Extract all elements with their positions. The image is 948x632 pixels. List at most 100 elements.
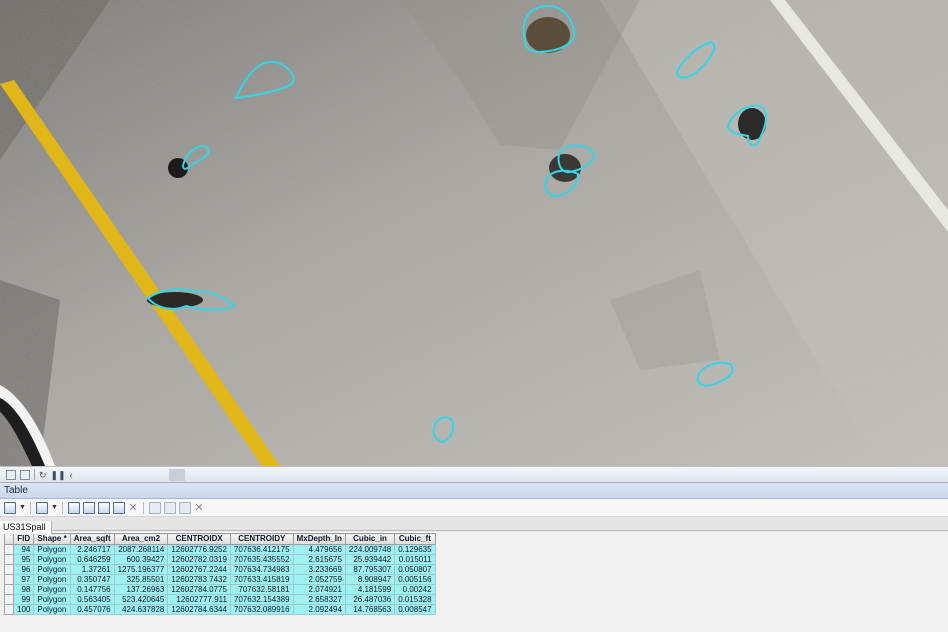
table-cell[interactable]: 8.908947 [344, 574, 396, 585]
table-cell[interactable]: Polygon [33, 554, 71, 565]
table-cell[interactable]: 0.147756 [69, 584, 115, 595]
table-cell[interactable]: 4.479656 [292, 544, 346, 555]
column-header[interactable]: Cubic_in [344, 533, 396, 545]
table-cell[interactable]: 325.85501 [113, 574, 169, 585]
select-by-attributes-icon[interactable] [68, 501, 80, 514]
related-tables-icon[interactable] [36, 501, 48, 514]
table-cell[interactable]: 0.005156 [394, 574, 436, 585]
table-cell[interactable]: 0.008547 [394, 604, 436, 615]
table-cell[interactable]: 12602767.2244 [167, 564, 231, 575]
table-options-icon[interactable] [4, 501, 16, 514]
column-header[interactable]: MxDepth_In [292, 533, 346, 545]
table-cell[interactable]: Polygon [33, 584, 71, 595]
table-cell[interactable]: 12602784.6344 [167, 604, 231, 615]
table-cell[interactable]: 0.00242 [394, 584, 436, 595]
table-cell[interactable]: 600.39427 [113, 554, 169, 565]
table-cell[interactable]: Polygon [33, 564, 71, 575]
table-row[interactable]: 99 Polygon 0.563405 523.420645 12602777.911 7… [4, 594, 436, 605]
table-cell[interactable]: 0.646259 [69, 554, 115, 565]
table-cell[interactable]: 14.768563 [344, 604, 396, 615]
table-row[interactable]: 100 Polygon 0.457076 424.637828 12602784.634… [4, 604, 436, 615]
table-cell[interactable]: 12602783.7432 [167, 574, 231, 585]
table-row[interactable]: 98 Polygon 0.147756 137.26963 12602784.0775 7… [4, 584, 436, 595]
table-cell[interactable]: 25.939442 [344, 554, 396, 565]
pause-icon[interactable]: ❚❚ [51, 470, 66, 480]
zoom-to-selected-icon[interactable] [113, 501, 125, 514]
table-cell[interactable]: 2.615675 [292, 554, 346, 565]
table-cell[interactable]: 0.015328 [394, 594, 436, 605]
table-cell[interactable]: 707634.734983 [229, 564, 294, 575]
table-row[interactable]: 94 Polygon 2.246717 2087.268114 12602776.925… [4, 544, 436, 555]
table-cell[interactable]: 96 [12, 564, 35, 575]
column-header[interactable]: Area_sqft [69, 533, 115, 545]
table-cell[interactable]: 0.457076 [69, 604, 115, 615]
table-cell[interactable]: 97 [12, 574, 35, 585]
table-cell[interactable]: 523.420645 [113, 594, 169, 605]
table-cell[interactable]: 26.487036 [344, 594, 396, 605]
close-x-icon[interactable]: ✕ [194, 502, 204, 514]
table-cell[interactable]: Polygon [33, 574, 71, 585]
chevron-down-icon[interactable]: ▼ [51, 504, 58, 511]
field-calc-icon[interactable] [179, 501, 191, 514]
row-selector[interactable] [4, 594, 14, 605]
row-selector[interactable] [4, 544, 14, 555]
table-cell[interactable]: 707636.412175 [229, 544, 294, 555]
table-cell[interactable]: 3.233669 [292, 564, 346, 575]
map-view[interactable] [0, 0, 948, 466]
table-cell[interactable]: 87.795307 [344, 564, 396, 575]
refresh-icon[interactable]: ↻ [39, 470, 47, 480]
data-view-icon[interactable] [20, 469, 30, 480]
table-cell[interactable]: 707632.58181 [229, 584, 294, 595]
row-selector[interactable] [4, 554, 14, 565]
table-cell[interactable]: 2.074921 [292, 584, 346, 595]
switch-selection-icon[interactable] [83, 501, 95, 514]
row-selector[interactable] [4, 564, 14, 575]
table-cell[interactable]: 98 [12, 584, 35, 595]
table-cell[interactable]: 707633.415819 [229, 574, 294, 585]
table-cell[interactable]: 707632.089916 [229, 604, 294, 615]
table-cell[interactable]: 2087.268114 [113, 544, 169, 555]
table-cell[interactable]: 2.658327 [292, 594, 346, 605]
table-cell[interactable]: 2.246717 [69, 544, 115, 555]
column-header[interactable]: Shape * [33, 533, 71, 545]
table-cell[interactable]: 2.052759 [292, 574, 346, 585]
paste-icon[interactable] [164, 501, 176, 514]
table-cell[interactable]: 12602777.911 [167, 594, 231, 605]
copy-icon[interactable] [149, 501, 161, 514]
table-cell[interactable]: Polygon [33, 594, 71, 605]
table-cell[interactable]: 0.050807 [394, 564, 436, 575]
table-cell[interactable]: 100 [12, 604, 35, 615]
table-cell[interactable]: 12602782.0319 [167, 554, 231, 565]
table-row[interactable]: 97 Polygon 0.350747 325.85501 12602783.7432 7… [4, 574, 436, 585]
table-cell[interactable]: 4.181599 [344, 584, 396, 595]
table-cell[interactable]: 0.563405 [69, 594, 115, 605]
table-cell[interactable]: 99 [12, 594, 35, 605]
table-cell[interactable]: 0.015011 [394, 554, 436, 565]
table-cell[interactable]: 0.350747 [69, 574, 115, 585]
column-header[interactable]: CENTROIDX [167, 533, 231, 545]
table-cell[interactable]: 707632.154389 [229, 594, 294, 605]
table-cell[interactable]: 1.37261 [69, 564, 115, 575]
tab-us31spall[interactable]: US31Spall [0, 521, 52, 534]
scroll-thumb[interactable] [168, 468, 185, 481]
table-cell[interactable]: Polygon [33, 604, 71, 615]
table-cell[interactable]: 1275.196377 [113, 564, 169, 575]
table-cell[interactable]: 95 [12, 554, 35, 565]
row-selector-header[interactable] [4, 533, 14, 545]
column-header[interactable]: Cubic_ft [394, 533, 436, 545]
layout-view-icon[interactable] [6, 469, 16, 480]
table-cell[interactable]: 0.129635 [394, 544, 436, 555]
table-cell[interactable]: 94 [12, 544, 35, 555]
delete-selected-icon[interactable]: ✕ [128, 502, 138, 514]
collapse-icon[interactable]: ‹ [70, 470, 73, 480]
table-cell[interactable]: 12602776.9252 [167, 544, 231, 555]
column-header[interactable]: FID [12, 533, 35, 545]
chevron-down-icon[interactable]: ▼ [19, 504, 26, 511]
clear-selection-icon[interactable] [98, 501, 110, 514]
column-header[interactable]: Area_cm2 [113, 533, 169, 545]
table-cell[interactable]: 224.009748 [344, 544, 396, 555]
table-row[interactable]: 95 Polygon 0.646259 600.39427 12602782.0319 7… [4, 554, 436, 565]
table-cell[interactable]: 137.26963 [113, 584, 169, 595]
column-header[interactable]: CENTROIDY [229, 533, 294, 545]
row-selector[interactable] [4, 574, 14, 585]
